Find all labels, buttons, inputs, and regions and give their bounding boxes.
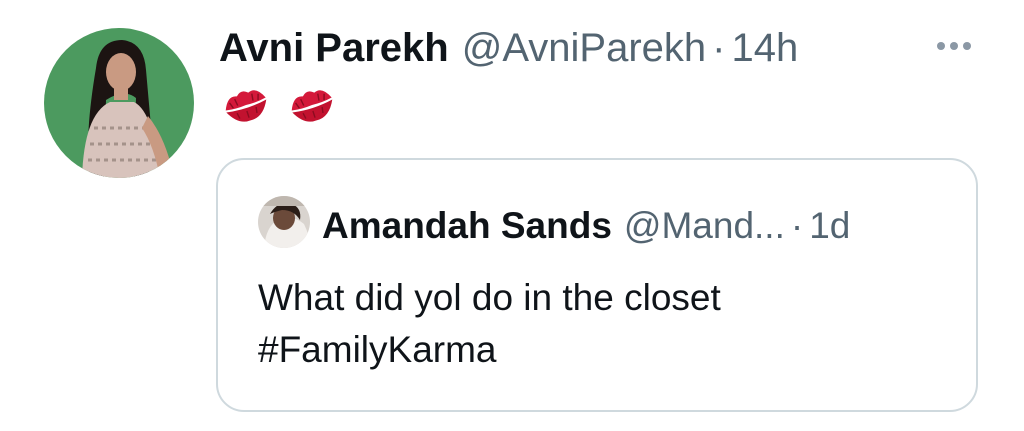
quoted-header-separator: · (790, 205, 804, 246)
hashtag-link[interactable]: #FamilyKarma (258, 324, 938, 376)
quoted-author-avatar[interactable] (258, 196, 310, 248)
quoted-author-display-name[interactable]: Amandah Sands (322, 204, 612, 248)
quoted-author-handle[interactable]: @Mand... (624, 204, 785, 248)
kiss-mark-icon (225, 90, 267, 122)
avatar-photo-icon (44, 28, 194, 178)
tweet-header: Avni Parekh @AvniParekh · 14h (219, 24, 798, 72)
more-options-button[interactable] (934, 34, 974, 58)
header-separator: · (712, 26, 726, 70)
tweet-timestamp[interactable]: 14h (732, 24, 799, 72)
author-handle[interactable]: @AvniParekh (462, 24, 706, 72)
author-display-name[interactable]: Avni Parekh (219, 24, 449, 72)
quoted-tweet[interactable]: Amandah Sands @Mand... · 1d What did yol… (216, 158, 978, 412)
avatar-photo-icon (258, 196, 310, 248)
author-avatar[interactable] (44, 28, 194, 178)
quoted-tweet-timestamp[interactable]: 1d (809, 204, 850, 248)
quoted-text-line: What did yol do in the closet (258, 277, 721, 318)
tweet-body (221, 84, 337, 126)
quoted-tweet-text: What did yol do in the closet #FamilyKar… (258, 272, 938, 376)
tweet[interactable]: Avni Parekh @AvniParekh · 14h Amandah Sa… (0, 0, 1024, 431)
kiss-mark-icon (291, 90, 333, 122)
quoted-tweet-header: Amandah Sands @Mand... · 1d (322, 204, 850, 248)
more-horizontal-icon (937, 42, 971, 50)
